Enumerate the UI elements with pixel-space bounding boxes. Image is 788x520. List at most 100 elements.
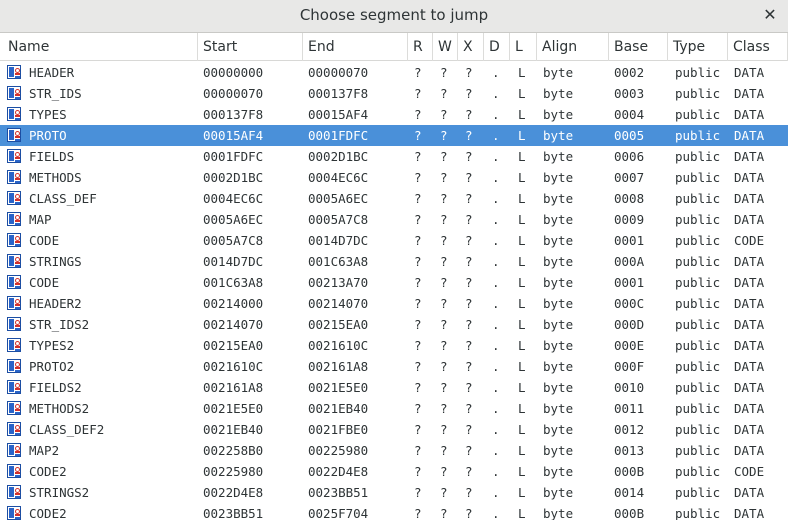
cell-base: 0006 — [614, 149, 645, 164]
column-header-align[interactable]: Align — [537, 33, 609, 61]
cell-d: . — [492, 401, 500, 416]
table-row[interactable]: MAP 0005A6EC 0005A7C8???. Lbyte 0009 public DA… — [0, 209, 788, 230]
cell-name: METHODS2 — [29, 401, 90, 416]
cell-base: 000A — [614, 254, 645, 269]
cell-end: 00000070 — [308, 65, 369, 80]
table-row[interactable]: FIELDS2 002161A8 0021E5E0???. Lbyte 0010 publ… — [0, 377, 788, 398]
column-header-d[interactable]: D — [484, 33, 510, 61]
table-row[interactable]: METHODS 0002D1BC 0004EC6C???. Lbyte 0007 publ… — [0, 167, 788, 188]
table-row[interactable]: TYPES2 00215EA0 0021610C???. Lbyte 000E publi… — [0, 335, 788, 356]
segment-icon — [7, 443, 21, 457]
cell-l: L — [518, 170, 526, 185]
cell-d: . — [492, 107, 500, 122]
cell-w: ? — [440, 149, 448, 164]
cell-d: . — [492, 380, 500, 395]
table-row[interactable]: PROTO2 0021610C 002161A8???. Lbyte 000F publi… — [0, 356, 788, 377]
cell-end: 0021E5E0 — [308, 380, 369, 395]
segment-icon — [7, 212, 21, 226]
cell-align: byte — [543, 422, 574, 437]
cell-l: L — [518, 506, 526, 520]
cell-d: . — [492, 254, 500, 269]
cell-base: 000B — [614, 464, 645, 479]
cell-start: 0014D7DC — [203, 254, 264, 269]
title-bar: Choose segment to jump ✕ — [0, 0, 788, 33]
cell-r: ? — [414, 149, 422, 164]
table-row[interactable]: CODE2 00225980 0022D4E8???. Lbyte 000B public… — [0, 461, 788, 482]
cell-class: DATA — [734, 275, 765, 290]
cell-x: ? — [465, 191, 473, 206]
cell-class: DATA — [734, 422, 765, 437]
cell-r: ? — [414, 191, 422, 206]
cell-name: METHODS — [29, 170, 82, 185]
cell-l: L — [518, 464, 526, 479]
table-row[interactable]: CODE 001C63A8 00213A70???. Lbyte 0001 public D… — [0, 272, 788, 293]
cell-type: public — [675, 149, 721, 164]
table-row[interactable]: MAP2 002258B0 00225980???. Lbyte 0013 public D… — [0, 440, 788, 461]
cell-x: ? — [465, 485, 473, 500]
table-row[interactable]: METHODS2 0021E5E0 0021EB40???. Lbyte 0011 pub… — [0, 398, 788, 419]
table-row[interactable]: STR_IDS 00000070 000137F8???. Lbyte 0003 publ… — [0, 83, 788, 104]
cell-base: 0001 — [614, 275, 645, 290]
cell-align: byte — [543, 212, 574, 227]
cell-align: byte — [543, 317, 574, 332]
cell-d: . — [492, 65, 500, 80]
cell-class: DATA — [734, 212, 765, 227]
cell-base: 000F — [614, 359, 645, 374]
table-row[interactable]: CLASS_DEF 0004EC6C 0005A6EC???. Lbyte 0008 pu… — [0, 188, 788, 209]
column-header-x[interactable]: X — [458, 33, 484, 61]
cell-name: MAP2 — [29, 443, 60, 458]
cell-x: ? — [465, 107, 473, 122]
cell-w: ? — [440, 191, 448, 206]
cell-d: . — [492, 443, 500, 458]
cell-end: 002161A8 — [308, 359, 369, 374]
cell-r: ? — [414, 443, 422, 458]
table-row[interactable]: CODE 0005A7C8 0014D7DC???. Lbyte 0001 public C… — [0, 230, 788, 251]
cell-end: 0021610C — [308, 338, 369, 353]
cell-base: 0001 — [614, 233, 645, 248]
cell-start: 002161A8 — [203, 380, 264, 395]
column-header-name[interactable]: Name — [0, 33, 198, 61]
cell-d: . — [492, 296, 500, 311]
cell-x: ? — [465, 422, 473, 437]
cell-d: . — [492, 338, 500, 353]
cell-name: TYPES2 — [29, 338, 75, 353]
segment-icon — [7, 233, 21, 247]
table-row[interactable]: CODE2 0023BB51 0025F704???. Lbyte 000B public… — [0, 503, 788, 520]
table-header: Name Start End R W X D L Align Base Type Class — [0, 33, 788, 61]
table-row[interactable]: HEADER 00000000 00000070???. Lbyte 0002 publi… — [0, 62, 788, 83]
table-row[interactable]: TYPES 000137F8 00015AF4???. Lbyte 0004 public… — [0, 104, 788, 125]
cell-type: public — [675, 359, 721, 374]
cell-start: 0004EC6C — [203, 191, 264, 206]
cell-align: byte — [543, 107, 574, 122]
cell-start: 00000070 — [203, 86, 264, 101]
cell-w: ? — [440, 401, 448, 416]
table-row[interactable]: FIELDS 0001FDFC 0002D1BC???. Lbyte 0006 publi… — [0, 146, 788, 167]
table-row[interactable]: PROTO 00015AF4 0001FDFC???. Lbyte 0005 public… — [0, 125, 788, 146]
cell-r: ? — [414, 338, 422, 353]
table-row[interactable]: STRINGS2 0022D4E8 0023BB51???. Lbyte 0014 pub… — [0, 482, 788, 503]
cell-l: L — [518, 86, 526, 101]
column-header-start[interactable]: Start — [198, 33, 303, 61]
table-row[interactable]: HEADER2 00214000 00214070???. Lbyte 000C publ… — [0, 293, 788, 314]
cell-l: L — [518, 401, 526, 416]
cell-class: DATA — [734, 506, 765, 520]
cell-x: ? — [465, 170, 473, 185]
cell-class: CODE — [734, 464, 765, 479]
column-header-l[interactable]: L — [510, 33, 537, 61]
cell-base: 0005 — [614, 128, 645, 143]
column-header-r[interactable]: R — [408, 33, 433, 61]
table-row[interactable]: STR_IDS2 00214070 00215EA0???. Lbyte 000D pub… — [0, 314, 788, 335]
table-row[interactable]: CLASS_DEF2 0021EB40 0021FBE0???. Lbyte 0012 p… — [0, 419, 788, 440]
cell-class: DATA — [734, 443, 765, 458]
table-row[interactable]: STRINGS 0014D7DC 001C63A8???. Lbyte 000A publ… — [0, 251, 788, 272]
column-header-end[interactable]: End — [303, 33, 408, 61]
cell-class: DATA — [734, 191, 765, 206]
column-header-class[interactable]: Class — [728, 33, 788, 61]
cell-start: 00015AF4 — [203, 128, 264, 143]
column-header-type[interactable]: Type — [668, 33, 728, 61]
column-header-w[interactable]: W — [433, 33, 458, 61]
window-title: Choose segment to jump — [299, 6, 489, 24]
column-header-base[interactable]: Base — [609, 33, 668, 61]
cell-align: byte — [543, 191, 574, 206]
close-icon[interactable]: ✕ — [758, 4, 782, 28]
